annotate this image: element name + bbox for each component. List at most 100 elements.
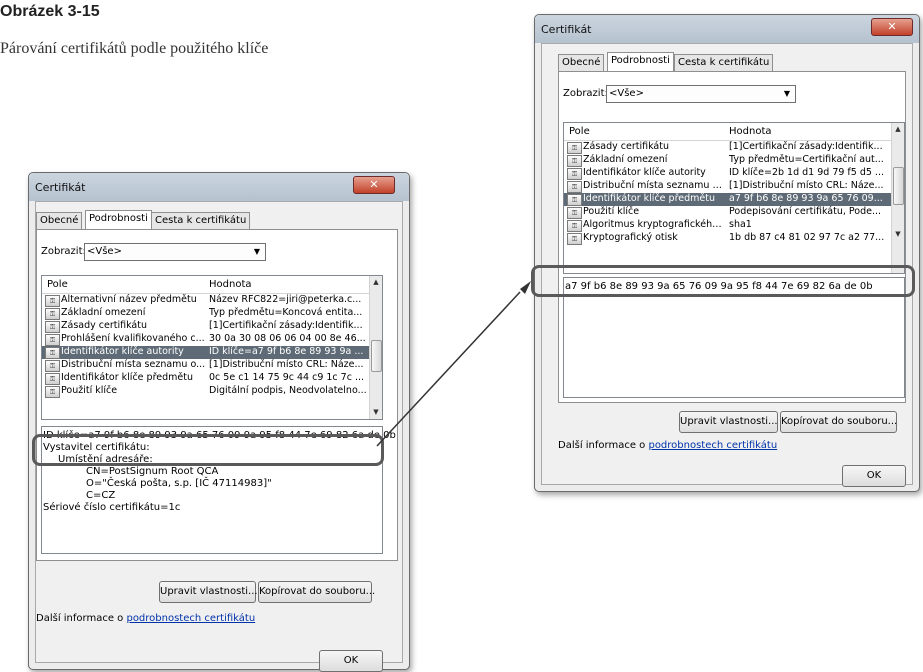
list-item[interactable]: ⚿ Použití klíče Podepisování certifikátu, … (564, 206, 892, 219)
field-name: Prohlášení kvalifikovaného c... (61, 333, 205, 344)
scroll-down-icon[interactable]: ▼ (892, 228, 904, 240)
more-info-text: Další informace o podrobnostech certifik… (558, 440, 777, 451)
certificate-field-icon: ⚿ (45, 360, 60, 372)
copy-to-file-button[interactable]: Kopírovat do souboru... (780, 411, 897, 433)
list-item[interactable]: ⚿ Identifikátor klíče předmětu a7 9f b6 8e… (564, 193, 892, 206)
certificate-field-icon: ⚿ (45, 334, 60, 346)
window-title: Certifikát (541, 23, 592, 36)
field-name: Zásady certifikátu (583, 141, 669, 152)
more-info-text: Další informace o podrobnostech certifik… (36, 613, 255, 624)
field-value: 30 0a 30 08 06 06 04 00 8e 46... (209, 333, 366, 344)
list-header: Pole Hodnota (564, 123, 892, 141)
scroll-down-icon[interactable]: ▼ (370, 406, 382, 418)
arrowhead-icon (520, 281, 531, 294)
column-header-field[interactable]: Pole (569, 126, 590, 137)
title-bar[interactable]: Certifikát ✕ (29, 173, 409, 201)
certificate-field-icon: ⚿ (45, 295, 60, 307)
dialog-frame: Obecné Podrobnosti Cesta k certifikátu Z… (541, 43, 913, 487)
title-bar[interactable]: Certifikát ✕ (535, 15, 919, 43)
list-item[interactable]: ⚿ Identifikátor klíče předmětu 0c 5e c1 14… (42, 372, 370, 385)
list-item[interactable]: ⚿ Distribuční místa seznamu o... [1]Distri… (42, 359, 370, 372)
list-item[interactable]: ⚿ Základní omezení Typ předmětu=Koncová en… (42, 307, 370, 320)
tab-panel: Zobrazit: <Vše> ▼ Pole Hodnota ⚿ Alternat… (36, 229, 398, 561)
tab-certification-path[interactable]: Cesta k certifikátu (674, 54, 774, 71)
certificate-field-icon: ⚿ (45, 373, 60, 385)
list-item[interactable]: ⚿ Základní omezení Typ předmětu=Certifikač… (564, 154, 892, 167)
vertical-scrollbar[interactable]: ▲ ▼ (369, 276, 382, 419)
show-select-value: <Vše> (609, 88, 644, 99)
certificate-field-icon: ⚿ (45, 308, 60, 320)
certificate-field-icon: ⚿ (45, 347, 60, 359)
tab-panel: Zobrazit: <Vše> ▼ Pole Hodnota ⚿ Zásady c… (558, 71, 906, 403)
list-item[interactable]: ⚿ Identifikátor klíče autority ID klíče=2b… (564, 167, 892, 180)
list-header: Pole Hodnota (42, 276, 370, 294)
list-item[interactable]: ⚿ Alternativní název předmětu Název RFC822… (42, 294, 370, 307)
certificate-field-icon: ⚿ (567, 194, 582, 206)
vertical-scrollbar[interactable]: ▲ ▼ (891, 123, 904, 273)
field-name: Kryptografický otisk (583, 232, 678, 243)
tab-details[interactable]: Podrobnosti (607, 52, 674, 71)
column-header-value[interactable]: Hodnota (209, 279, 252, 290)
field-value: [1]Certifikační zásady:Identifik... (729, 141, 883, 152)
highlight-frame-right (531, 265, 915, 297)
field-list[interactable]: Pole Hodnota ⚿ Zásady certifikátu [1]Certi… (563, 122, 905, 274)
chevron-down-icon: ▼ (783, 89, 790, 98)
field-name: Základní omezení (583, 154, 668, 165)
copy-to-file-button[interactable]: Kopírovat do souboru... (258, 581, 375, 603)
field-name: Zásady certifikátu (61, 320, 147, 331)
chevron-down-icon: ▼ (253, 247, 260, 256)
certificate-field-icon: ⚿ (567, 207, 582, 219)
ok-button[interactable]: OK (319, 650, 383, 672)
field-name: Použití klíče (583, 206, 640, 217)
field-value: Typ předmětu=Koncová entita... (209, 307, 363, 318)
dialog-frame: Obecné Podrobnosti Cesta k certifikátu Z… (35, 201, 403, 672)
field-list[interactable]: Pole Hodnota ⚿ Alternativní název předmět… (41, 275, 383, 420)
list-item[interactable]: ⚿ Zásady certifikátu [1]Certifikační zásad… (42, 320, 370, 333)
more-info-link[interactable]: podrobnostech certifikátu (648, 440, 777, 451)
tab-general[interactable]: Obecné (36, 212, 83, 229)
column-header-field[interactable]: Pole (47, 279, 68, 290)
column-header-value[interactable]: Hodnota (729, 126, 772, 137)
more-info-prefix: Další informace o (558, 440, 649, 451)
figure-title: Obrázek 3-15 (0, 3, 100, 20)
field-name: Identifikátor klíče autority (583, 167, 706, 178)
certificate-dialog-left: Certifikát ✕ Obecné Podrobnosti Cesta k … (28, 172, 410, 672)
field-name: Identifikátor klíče předmětu (61, 372, 193, 383)
field-value: ID klíče=2b 1d d1 9d 79 f5 d5 ... (729, 167, 884, 178)
tab-details[interactable]: Podrobnosti (85, 210, 152, 229)
list-item[interactable]: ⚿ Kryptografický otisk 1b db 87 c4 81 02 9… (564, 232, 892, 245)
field-name: Algoritmus kryptografického... (583, 219, 726, 230)
edit-properties-button[interactable]: Upravit vlastnosti... (679, 411, 778, 433)
detail-line: C=CZ (86, 490, 116, 501)
field-value: Typ předmětu=Certifikační aut... (729, 154, 884, 165)
tab-general[interactable]: Obecné (558, 54, 605, 71)
list-item[interactable]: ⚿ Zásady certifikátu [1]Certifikační zásad… (564, 141, 892, 154)
certificate-field-icon: ⚿ (567, 155, 582, 167)
list-item[interactable]: ⚿ Použití klíče Digitální podpis, Neodvola… (42, 385, 370, 398)
window-title: Certifikát (35, 181, 86, 194)
close-icon[interactable]: ✕ (353, 176, 395, 194)
certificate-field-icon: ⚿ (567, 168, 582, 180)
show-label: Zobrazit: (563, 88, 608, 99)
edit-properties-button[interactable]: Upravit vlastnosti... (159, 581, 258, 603)
scrollbar-thumb[interactable] (371, 340, 382, 372)
close-icon[interactable]: ✕ (871, 18, 913, 36)
certificate-field-icon: ⚿ (45, 386, 60, 398)
more-info-prefix: Další informace o (36, 613, 127, 624)
show-select[interactable]: <Vše> ▼ (84, 243, 266, 261)
list-item[interactable]: ⚿ Distribuční místa seznamu o... [1]Distri… (564, 180, 892, 193)
field-name: Použití klíče (61, 385, 118, 396)
list-item[interactable]: ⚿ Prohlášení kvalifikovaného c... 30 0a 30… (42, 333, 370, 346)
scroll-up-icon[interactable]: ▲ (370, 276, 382, 288)
field-value: 1b db 87 c4 81 02 97 7c a2 77... (729, 232, 885, 243)
tab-certification-path[interactable]: Cesta k certifikátu (151, 212, 251, 229)
list-item[interactable]: ⚿ Algoritmus kryptografického... sha1 (564, 219, 892, 232)
certificate-field-icon: ⚿ (567, 220, 582, 232)
show-select[interactable]: <Vše> ▼ (606, 85, 796, 103)
field-value: ID klíče=a7 9f b6 8e 89 93 9a ... (209, 346, 364, 357)
more-info-link[interactable]: podrobnostech certifikátu (126, 613, 255, 624)
list-item[interactable]: ⚿ Identifikátor klíče autority ID klíče=a7… (42, 346, 370, 359)
scrollbar-thumb[interactable] (893, 167, 904, 205)
scroll-up-icon[interactable]: ▲ (892, 123, 904, 135)
ok-button[interactable]: OK (842, 465, 906, 487)
